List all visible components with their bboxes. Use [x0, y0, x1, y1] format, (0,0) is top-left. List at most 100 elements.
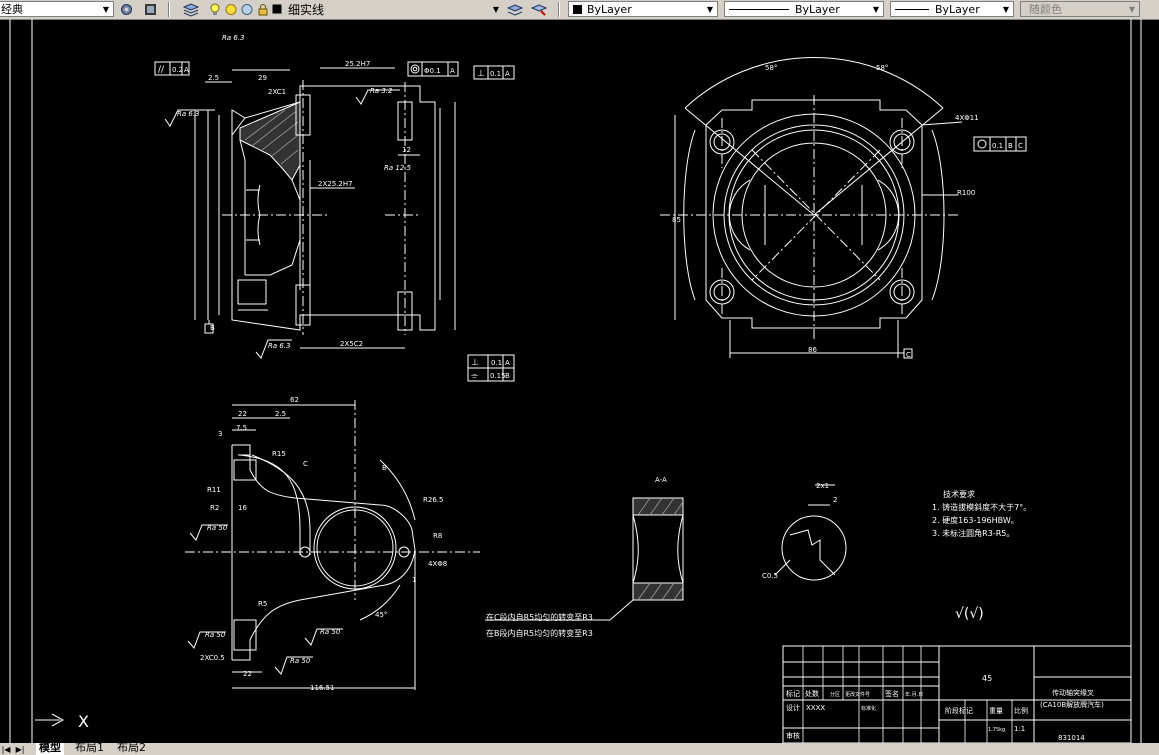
- chevron-down-icon: ▼: [1128, 4, 1136, 14]
- dimension-label: 45°: [375, 611, 387, 619]
- dimension-label: 1: [412, 576, 416, 584]
- col-doc: 更改文件号: [845, 691, 870, 698]
- note-b: 在B段内自R5均匀的转变至R3: [486, 628, 593, 638]
- fcf-perpendicular-2: ⊥ 0.1 A ⌯ 0.15 B: [467, 354, 515, 382]
- chevron-down-icon: ▼: [872, 4, 880, 14]
- layer-manager-icon[interactable]: [182, 1, 199, 18]
- sun-icon[interactable]: [222, 1, 239, 18]
- tech-item: 1. 铸造拔模斜度不大于7°。: [932, 502, 1031, 512]
- design-label: 设计: [786, 703, 800, 712]
- col-sign: 签名: [885, 689, 899, 698]
- layer-color-swatch-icon: [268, 1, 285, 18]
- fcf-value: Φ0.1: [424, 67, 441, 75]
- roughness-label: Ra 50: [290, 657, 311, 665]
- dimension-label: 2XC1: [268, 88, 286, 96]
- section-label: A-A: [655, 476, 667, 484]
- dimension-label: R11: [207, 486, 221, 494]
- freeze-icon[interactable]: [238, 1, 255, 18]
- dimension-label: 2.5: [208, 74, 219, 82]
- col-count: 处数: [805, 689, 819, 698]
- color-dropdown[interactable]: ByLayer ▼: [568, 1, 718, 17]
- dimension-label: 4XΦ11: [955, 114, 979, 122]
- scale-label: 比例: [1014, 706, 1028, 715]
- plotstyle-dropdown[interactable]: 随颜色 ▼: [1020, 1, 1140, 17]
- dimension-label: 2X5C2: [340, 340, 363, 348]
- dimension-label: 29: [258, 74, 267, 82]
- fcf-value: 0.1: [491, 359, 502, 367]
- dimension-label: 58°: [876, 64, 888, 72]
- fcf-value: 0.1: [992, 142, 1003, 150]
- workspace-settings-icon[interactable]: [118, 1, 135, 18]
- dimension-label: 7.5: [236, 424, 247, 432]
- tab-model[interactable]: 模型: [36, 743, 64, 755]
- svg-text:⊥: ⊥: [471, 358, 479, 368]
- fcf-datum: A: [450, 67, 455, 75]
- linetype-value: ByLayer: [795, 2, 840, 16]
- datum-label: B: [210, 324, 215, 332]
- svg-text://: //: [158, 65, 165, 75]
- tech-item: 2. 硬度163-196HBW。: [932, 515, 1019, 525]
- col-date: 年.月.日: [905, 691, 923, 698]
- dimension-label: 2.5: [275, 410, 286, 418]
- chevron-down-icon: ▼: [102, 4, 110, 14]
- tech-item: 3. 未标注圆角R3-R5。: [932, 528, 1014, 538]
- chevron-down-icon: ▼: [706, 4, 714, 14]
- chevron-down-icon: ▼: [492, 4, 500, 14]
- tab-layout1[interactable]: 布局1: [72, 743, 107, 755]
- tech-title: 技术要求: [943, 489, 975, 499]
- roughness-label: Ra 12.5: [384, 164, 412, 172]
- make-current-layer-icon[interactable]: [506, 1, 523, 18]
- properties-toolbar: 经典 ▼ 细实线 ▼ ByLayer ▼ ByLayer ▼ ByLayer ▼…: [0, 0, 1159, 20]
- weight-label: 重量: [989, 707, 1003, 715]
- linetype-sample-icon: [729, 8, 789, 10]
- workspace-value: 经典: [1, 3, 23, 16]
- stage-label: 阶段标记: [945, 706, 973, 715]
- weight-value: 1.75kg: [988, 727, 1005, 733]
- dimension-label: 3: [218, 430, 222, 438]
- fcf-circularity: Φ0.1 A: [407, 61, 459, 77]
- drawing-number: 831014: [1058, 734, 1085, 742]
- fcf-perpendicular: ⊥ 0.1 A: [473, 65, 515, 80]
- dimension-label: 16: [238, 504, 247, 512]
- dimension-label: 2x1: [816, 482, 829, 490]
- lightbulb-icon[interactable]: [206, 1, 223, 18]
- linetype-dropdown[interactable]: ByLayer ▼: [724, 1, 884, 17]
- review-label: 审核: [786, 731, 800, 740]
- designer: XXXX: [806, 704, 825, 712]
- workspace-dropdown[interactable]: 经典 ▼: [0, 1, 114, 17]
- color-value: ByLayer: [587, 2, 632, 16]
- dimension-label: 2: [833, 496, 837, 504]
- standard-label: 标准化: [861, 705, 876, 712]
- dimension-label: R15: [272, 450, 286, 458]
- fcf-datum: A: [505, 359, 510, 367]
- tab-next-arrow-icon[interactable]: ▶|: [14, 743, 26, 755]
- drawing-canvas[interactable]: // 0.2 A Φ0.1 A ⊥ 0.1 A ⊥ 0.1 A ⌯ 0.15 B…: [0, 19, 1159, 743]
- fcf-datum: B: [505, 372, 510, 380]
- material-label: 45: [982, 674, 992, 683]
- toolbar-separator: [168, 2, 170, 17]
- plotstyle-value: 随颜色: [1029, 3, 1062, 16]
- tab-first-arrow-icon[interactable]: |◀: [0, 743, 12, 755]
- layer-dropdown[interactable]: ▼: [286, 1, 504, 17]
- dimension-label: 22: [243, 670, 252, 678]
- fcf-parallel: // 0.2 A: [154, 61, 190, 76]
- fcf-value: 0.1: [490, 70, 501, 78]
- part-name: 传动轴突缘叉: [1052, 688, 1094, 697]
- tab-layout2[interactable]: 布局2: [114, 743, 149, 755]
- chevron-down-icon: ▼: [1002, 4, 1010, 14]
- dimension-label: 58°: [765, 64, 777, 72]
- col-zone: 分区: [830, 691, 840, 698]
- roughness-label: Ra 3.2: [370, 87, 393, 95]
- dimension-label: 2XC0.5: [200, 654, 225, 662]
- customize-icon[interactable]: [142, 1, 159, 18]
- fcf-datum: B: [1008, 142, 1013, 150]
- layer-previous-icon[interactable]: [530, 1, 547, 18]
- layout-tabs: |◀ ▶| 模型 布局1 布局2: [0, 743, 1159, 755]
- col-mark: 标记: [786, 689, 800, 698]
- fcf-value: 0.2: [172, 66, 183, 74]
- lineweight-dropdown[interactable]: ByLayer ▼: [890, 1, 1014, 17]
- dimension-label: 2X25.2H7: [318, 180, 353, 188]
- toolbar-separator: [558, 2, 560, 17]
- ucs-icon: [35, 713, 65, 727]
- front-view: [194, 67, 456, 349]
